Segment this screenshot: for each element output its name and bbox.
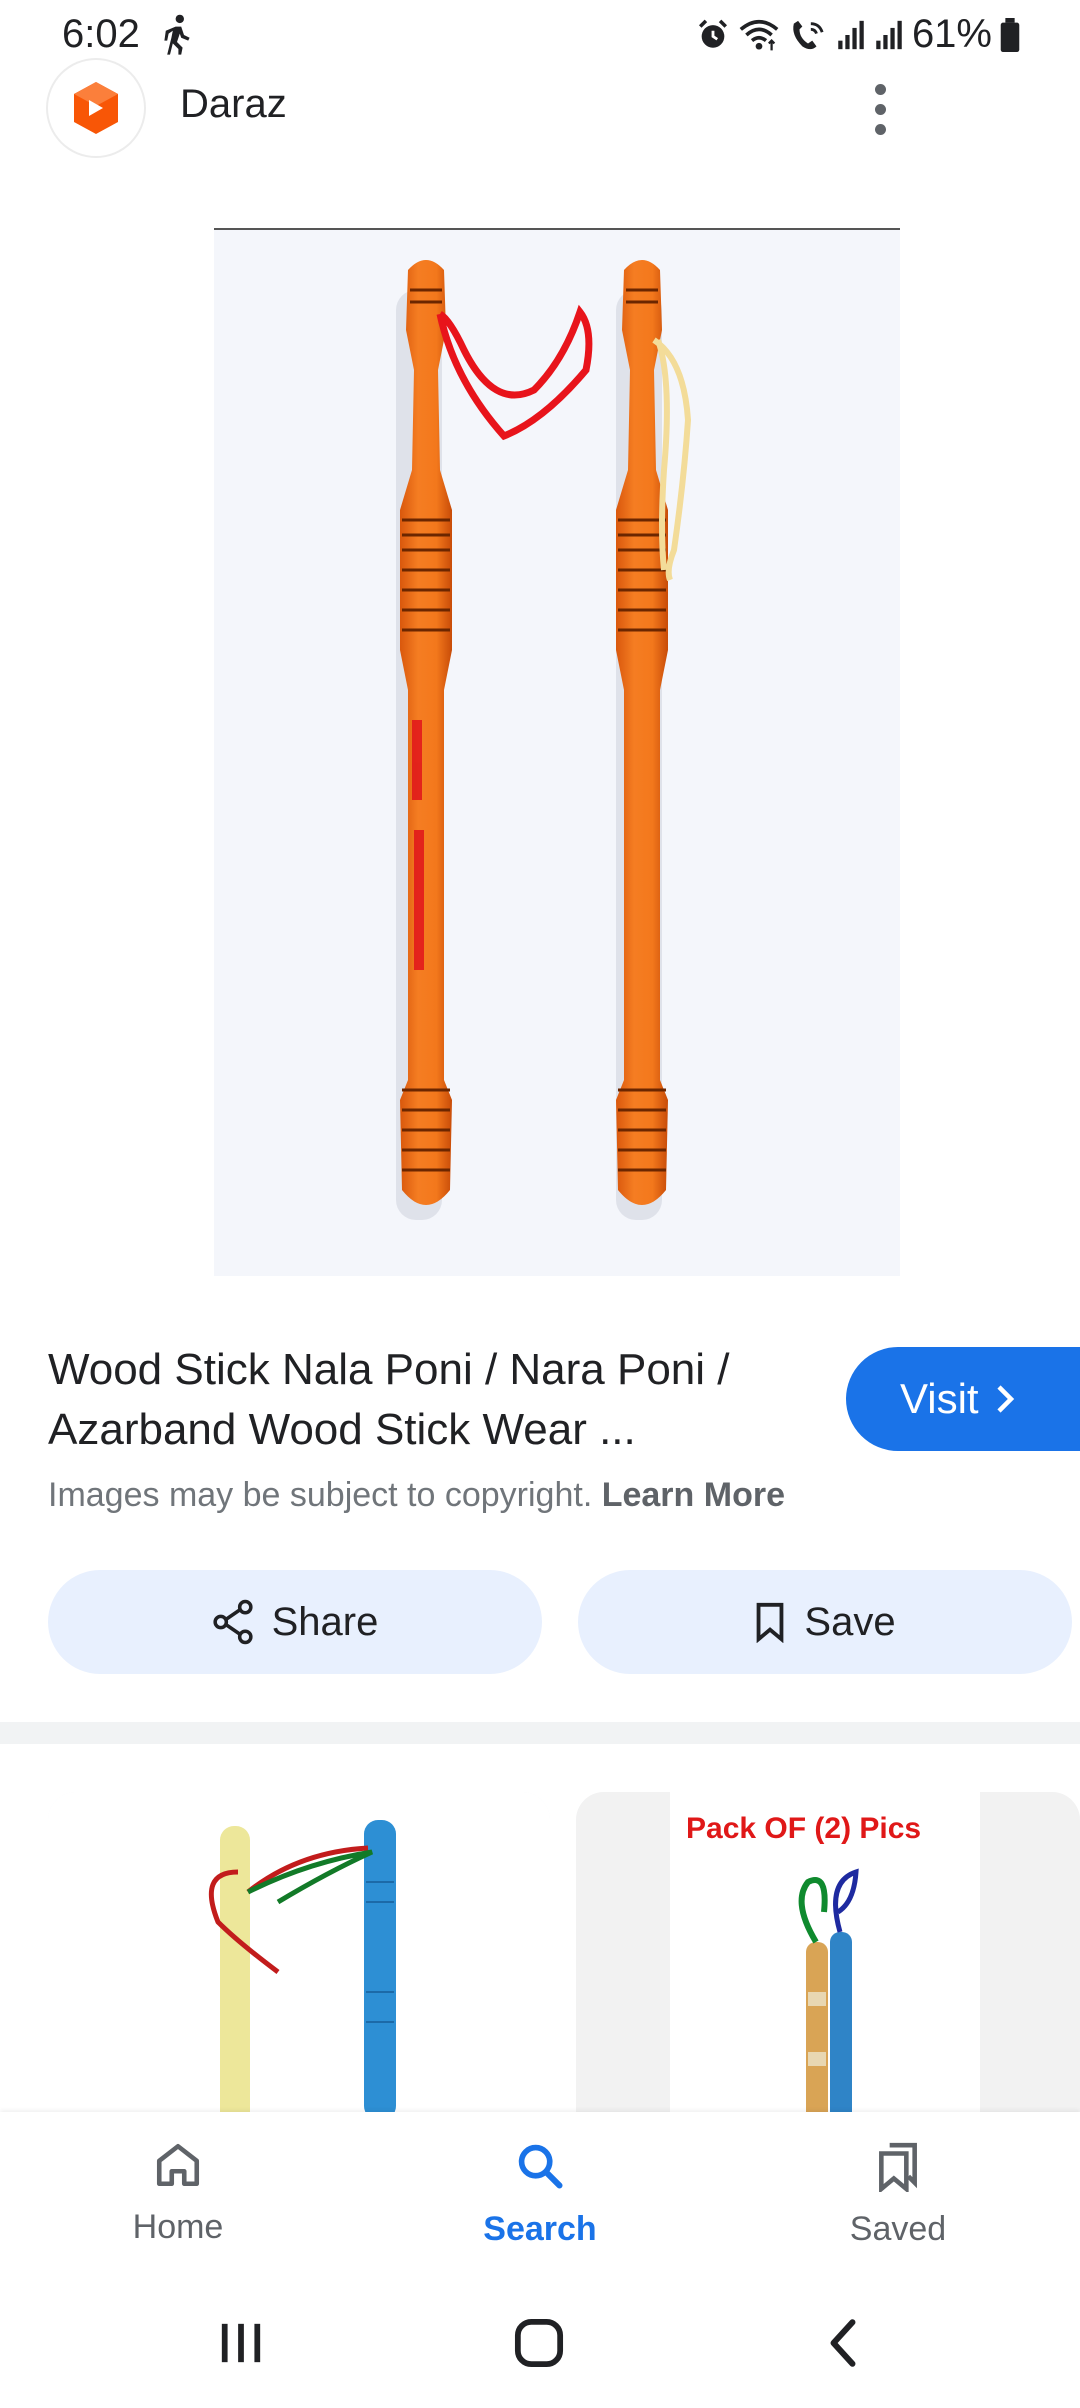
battery-percent: 61% (911, 12, 992, 56)
related-banner: Pack OF (2) Pics (686, 1812, 922, 1845)
wifi-icon (739, 19, 779, 50)
home-button-icon[interactable] (514, 2318, 564, 2368)
learn-more-link[interactable]: Learn More (602, 1476, 785, 1514)
nav-home[interactable]: Home (78, 2140, 278, 2247)
walking-icon (164, 14, 190, 55)
status-time: 6:02 (62, 12, 140, 56)
share-icon (213, 1599, 253, 1645)
nav-saved[interactable]: Saved (798, 2140, 998, 2249)
nav-home-label: Home (132, 2208, 224, 2246)
status-icons: 61% (696, 12, 1020, 57)
related-image (48, 1792, 550, 2112)
search-icon (518, 2144, 563, 2189)
visit-button[interactable]: Visit (846, 1347, 1080, 1451)
signal-icon (838, 20, 864, 49)
recent-apps-icon[interactable] (218, 2318, 264, 2368)
daraz-logo-mark (74, 82, 118, 134)
share-label: Share (271, 1599, 379, 1644)
related-result-card[interactable] (48, 1792, 550, 2112)
chevron-right-icon (997, 1385, 1014, 1413)
bookmarks-icon (879, 2142, 917, 2192)
product-image[interactable] (214, 228, 900, 1276)
nav-saved-label: Saved (849, 2210, 947, 2248)
nav-search[interactable]: Search (440, 2140, 640, 2249)
battery-icon (1000, 17, 1020, 52)
bottom-navigation: Home Search Saved (0, 2112, 1080, 2288)
share-button[interactable]: Share (48, 1570, 542, 1674)
save-label: Save (804, 1599, 896, 1644)
signal-icon (876, 20, 902, 49)
app-title: Daraz (180, 82, 287, 126)
result-title-line1: Wood Stick Nala Poni / Nara Poni / (48, 1345, 730, 1394)
copyright-notice: Images may be subject to copyright. Lear… (48, 1476, 785, 1515)
copyright-text: Images may be subject to copyright. (48, 1476, 593, 1514)
more-vert-icon[interactable] (860, 74, 900, 144)
daraz-logo-icon[interactable] (48, 60, 144, 156)
nav-search-label: Search (483, 2210, 597, 2248)
section-divider (0, 1722, 1080, 1744)
system-navigation-bar (0, 2288, 1080, 2408)
alarm-icon (698, 19, 727, 48)
related-result-card[interactable]: Pack OF (2) Pics (576, 1792, 1080, 2112)
back-icon[interactable] (826, 2318, 860, 2368)
home-icon (156, 2143, 200, 2187)
visit-label: Visit (900, 1375, 979, 1422)
bookmark-icon (757, 1602, 784, 1643)
app-header: Daraz (0, 60, 1080, 170)
wifi-calling-icon (793, 20, 824, 49)
result-title-line2: Azarband Wood Stick Wear ... (48, 1405, 636, 1454)
wood-sticks-image (396, 260, 692, 1220)
result-title[interactable]: Wood Stick Nala Poni / Nara Poni / Azarb… (48, 1340, 818, 1460)
save-button[interactable]: Save (578, 1570, 1072, 1674)
